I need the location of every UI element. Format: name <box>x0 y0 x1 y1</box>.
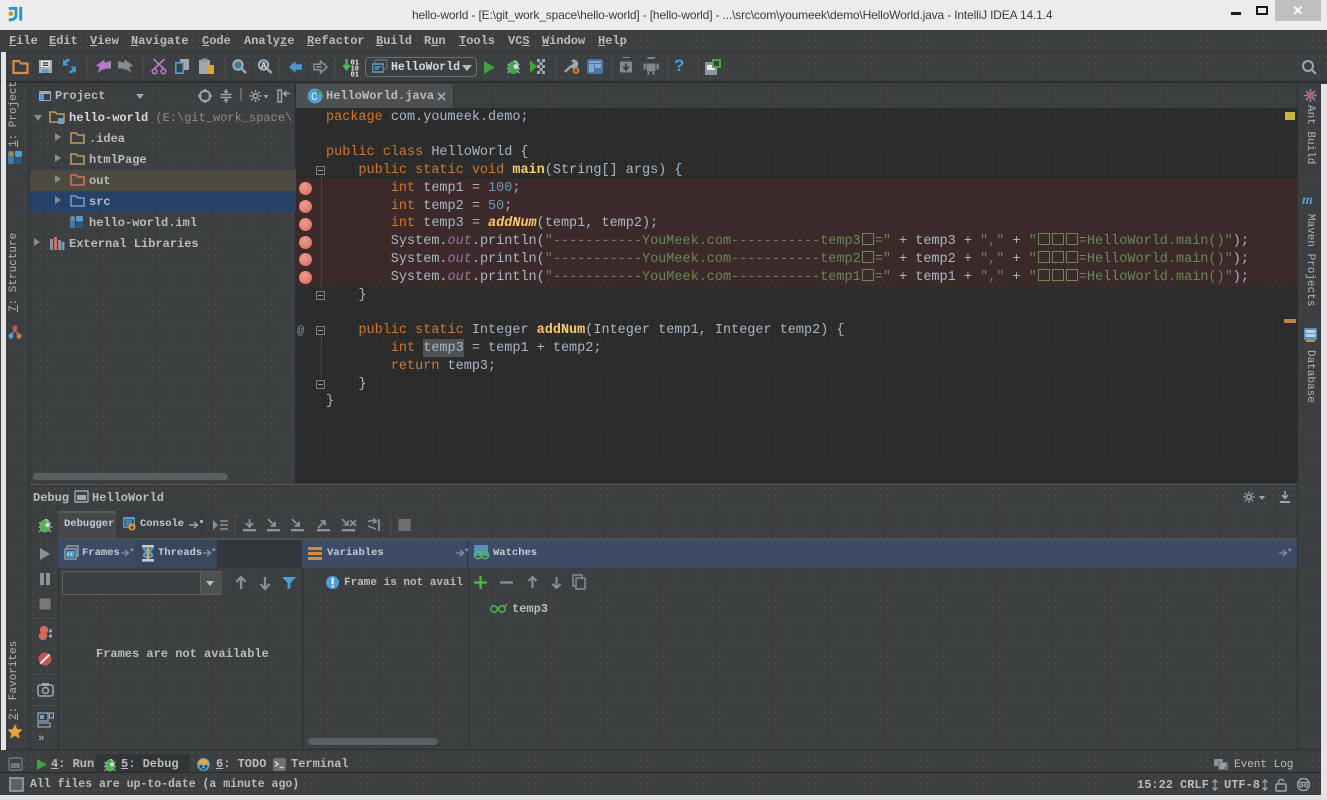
svg-text:01: 01 <box>351 72 359 78</box>
svg-text:A: A <box>261 61 267 71</box>
svg-text:C: C <box>311 92 318 104</box>
